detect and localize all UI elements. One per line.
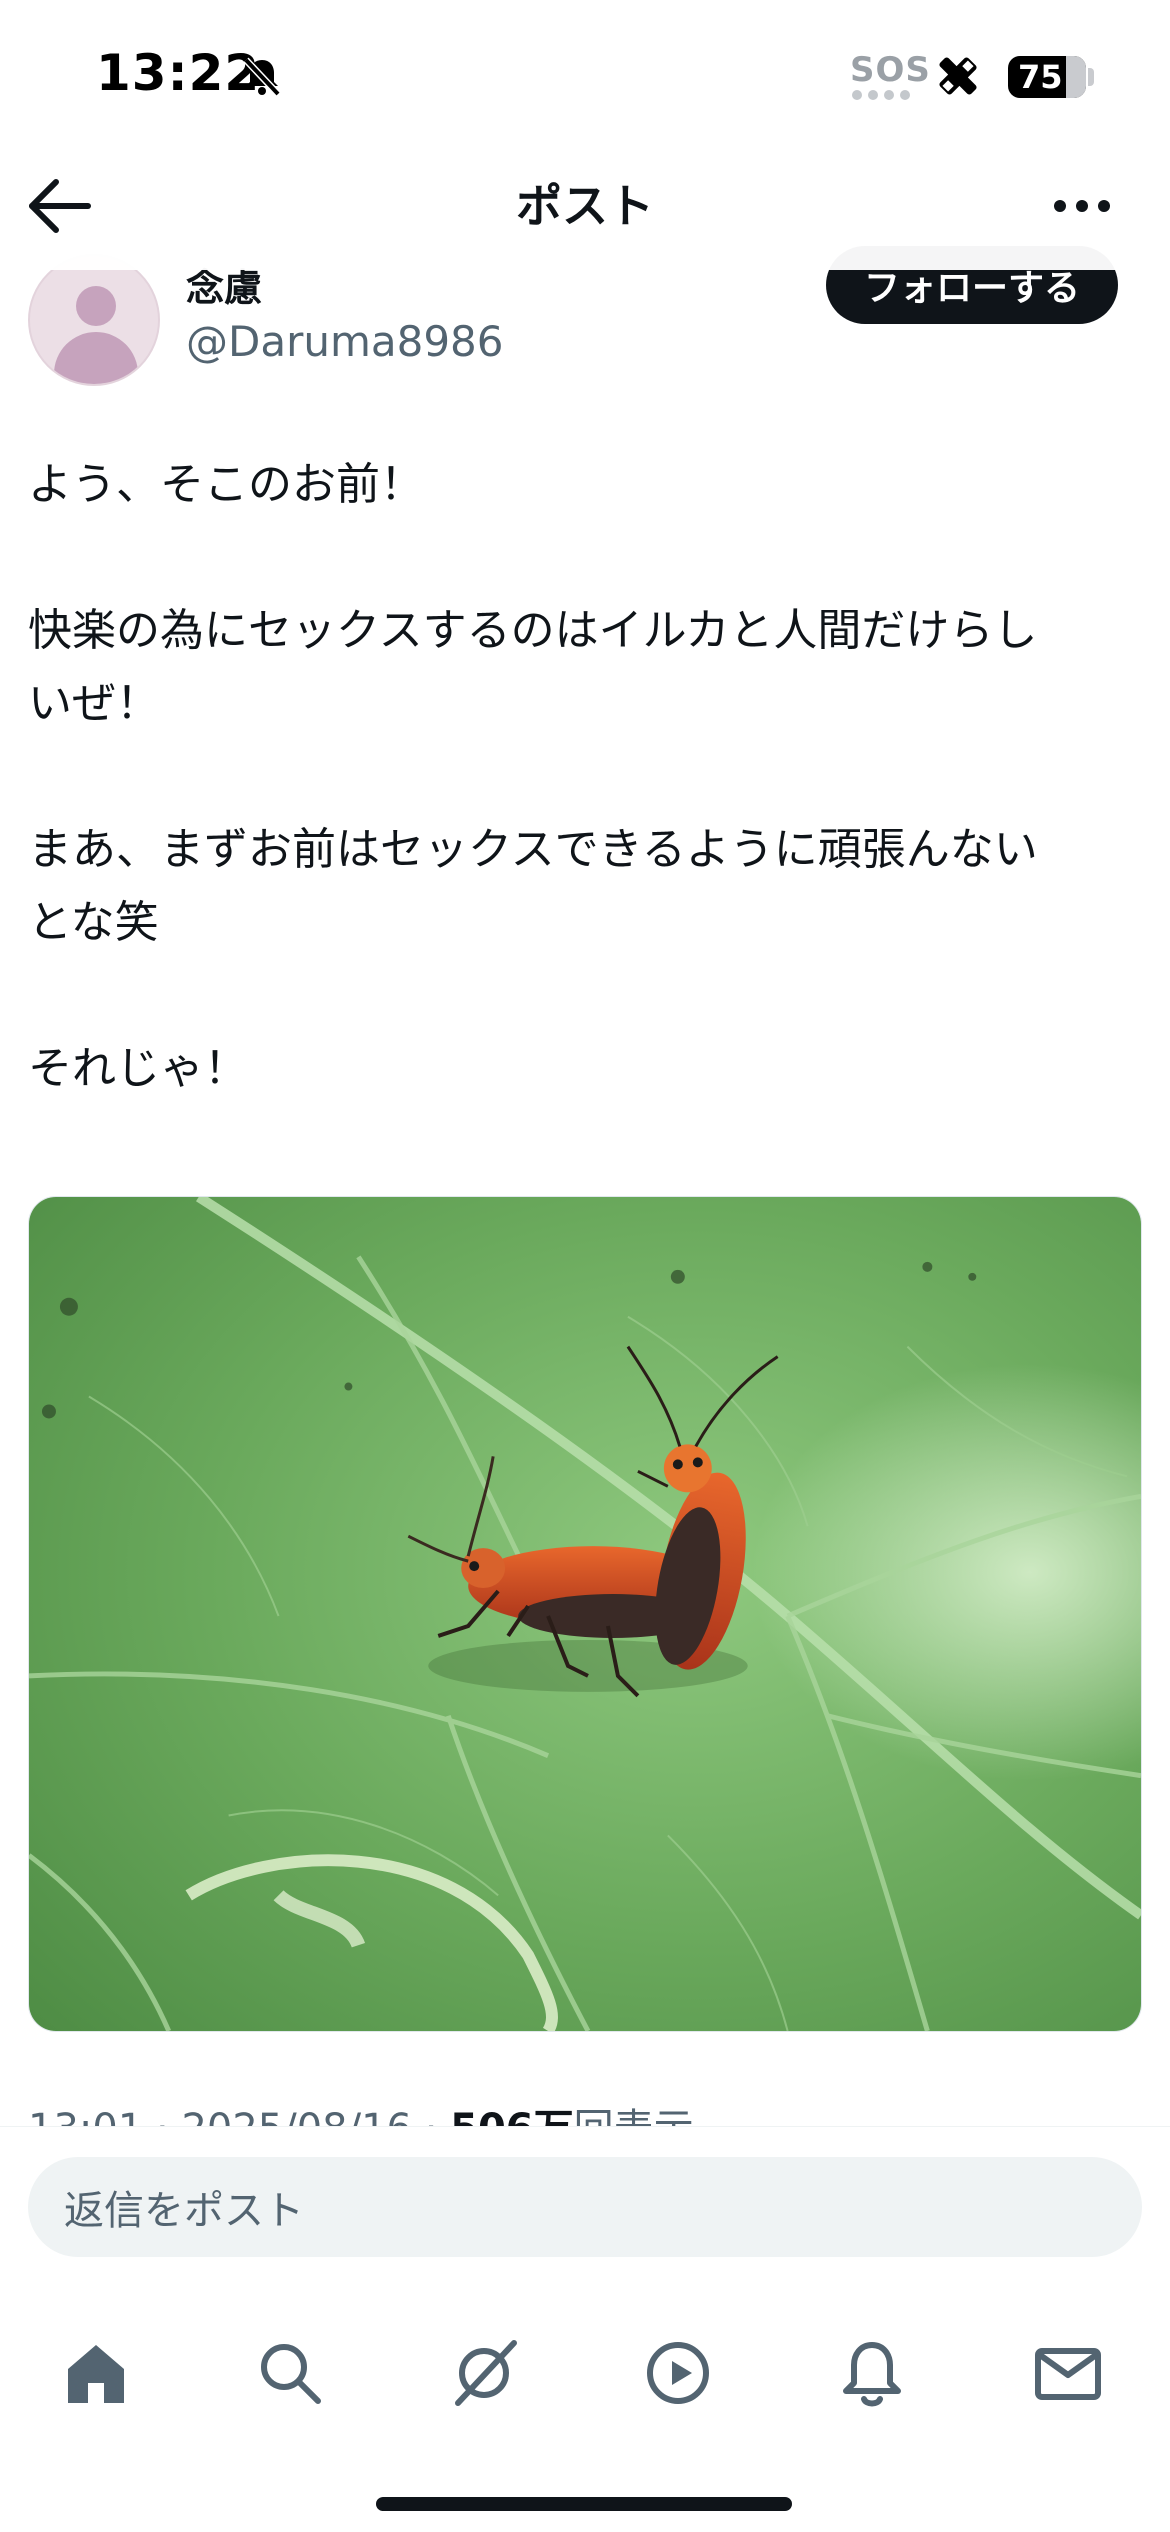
battery-percent: 75 bbox=[1018, 58, 1063, 96]
home-icon[interactable] bbox=[60, 2337, 132, 2409]
post-image[interactable] bbox=[28, 1196, 1142, 2032]
beetles-on-leaf-image bbox=[29, 1197, 1141, 2031]
author-display-name[interactable]: 念慮 bbox=[186, 264, 262, 312]
search-icon[interactable] bbox=[254, 2337, 326, 2409]
post-line-blank bbox=[28, 521, 1148, 594]
post-line: まあ、まずお前はセックスできるように頑張んない bbox=[28, 824, 1038, 875]
home-indicator bbox=[376, 2497, 792, 2511]
status-time: 13:22 bbox=[96, 44, 261, 102]
post-text: よう、そこのお前！ 快楽の為にセックスするのはイルカと人間だけらし いぜ！ まあ… bbox=[28, 448, 1148, 1105]
sos-indicator: SOS bbox=[850, 50, 931, 90]
bell-muted-icon bbox=[243, 57, 281, 97]
tab-bar bbox=[0, 2307, 1170, 2427]
post-line: いぜ！ bbox=[28, 678, 160, 729]
post-line: それじゃ！ bbox=[28, 1043, 248, 1094]
avatar-body bbox=[54, 332, 138, 384]
post-line: 快楽の為にセックスするのはイルカと人間だけらし bbox=[28, 605, 1038, 656]
page-title: ポスト bbox=[516, 179, 654, 233]
post-line-blank bbox=[28, 959, 1148, 1032]
post-line: とな笑 bbox=[28, 897, 159, 948]
ellipsis-icon[interactable] bbox=[1050, 186, 1114, 226]
battery-tip bbox=[1088, 68, 1094, 86]
bell-icon[interactable] bbox=[836, 2337, 908, 2409]
top-bar: 13:22 SOS 75 ポスト bbox=[0, 0, 1170, 270]
play-icon[interactable] bbox=[642, 2337, 714, 2409]
satellite-icon bbox=[939, 57, 977, 95]
grok-icon[interactable] bbox=[448, 2337, 520, 2409]
avatar[interactable] bbox=[28, 254, 160, 386]
author-handle[interactable]: @Daruma8986 bbox=[186, 316, 504, 368]
mail-icon[interactable] bbox=[1032, 2337, 1104, 2409]
battery-empty bbox=[1066, 56, 1086, 98]
post-line-blank bbox=[28, 740, 1148, 813]
signal-dots bbox=[852, 90, 914, 100]
avatar-head bbox=[76, 286, 116, 326]
bottom-area: 返信をポスト bbox=[0, 2126, 1170, 2532]
reply-input[interactable]: 返信をポスト bbox=[28, 2157, 1142, 2257]
post-line: よう、そこのお前！ bbox=[28, 459, 424, 510]
battery-icon: 75 bbox=[1008, 56, 1086, 98]
